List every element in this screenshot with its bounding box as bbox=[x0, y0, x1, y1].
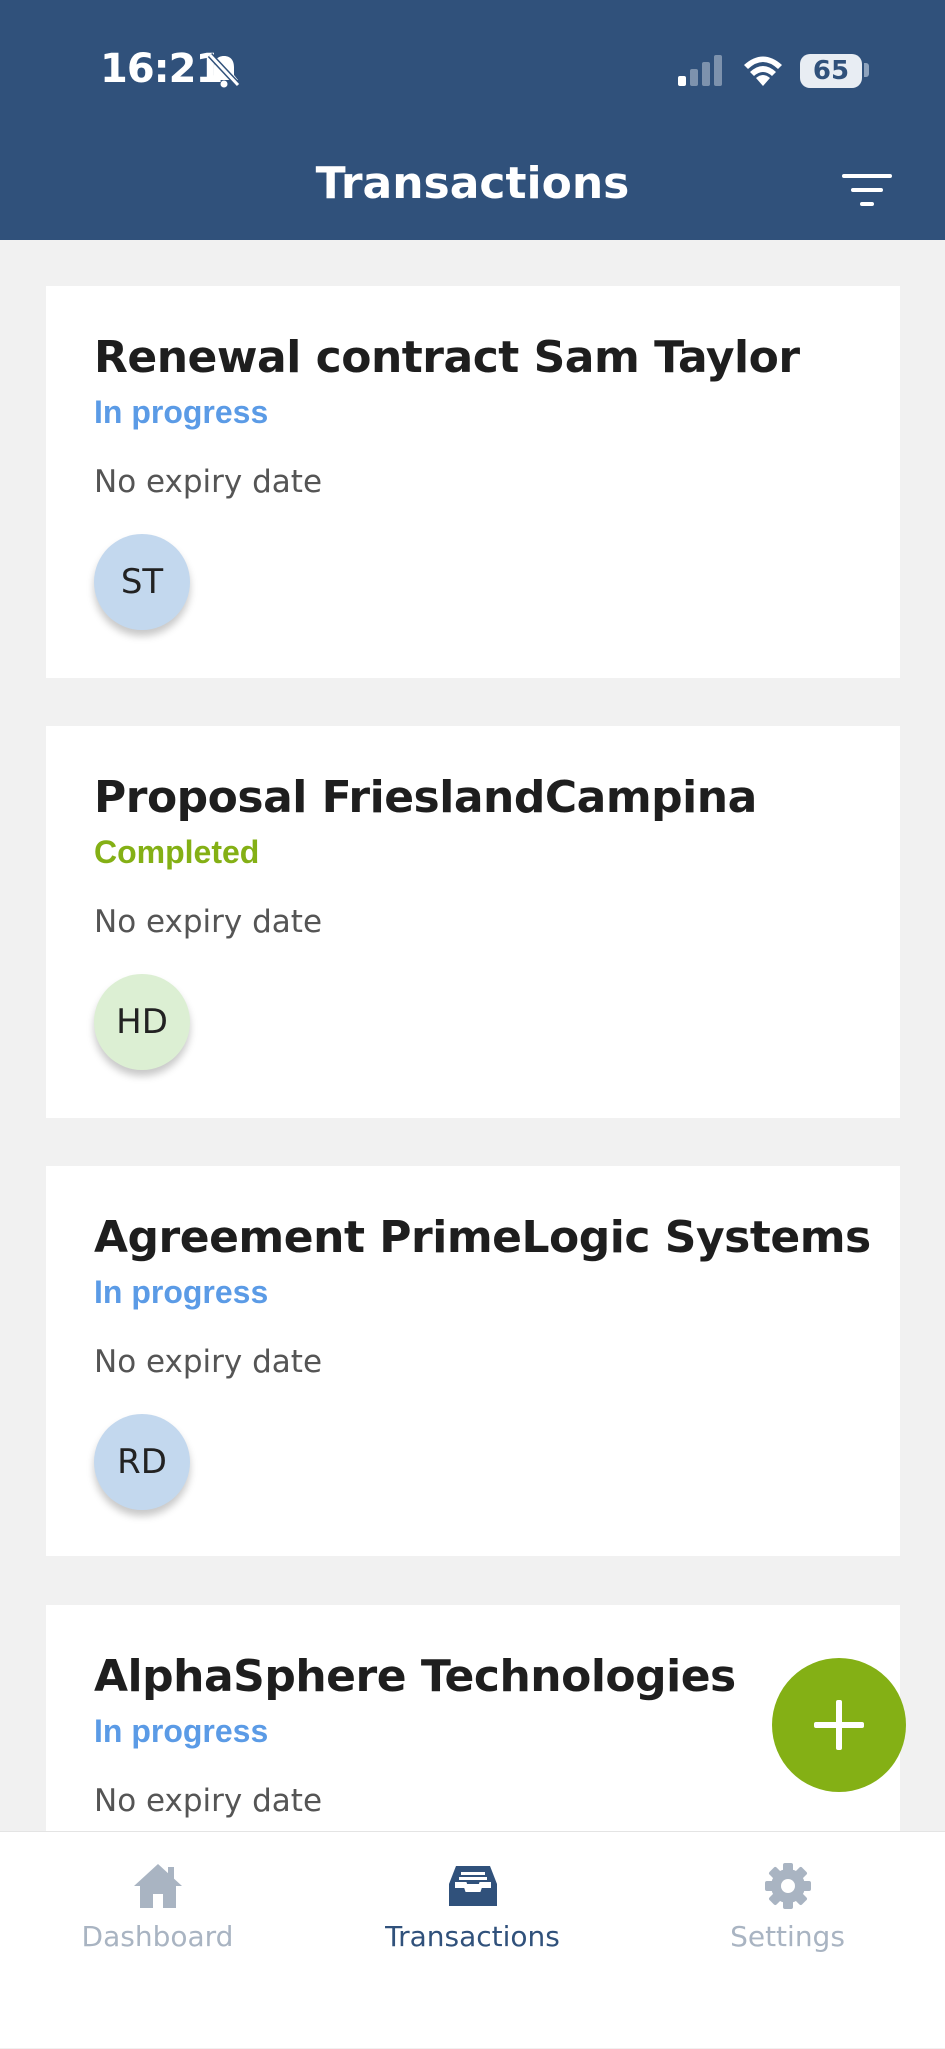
transaction-title: AlphaSphere Technologies bbox=[94, 1651, 736, 1702]
transaction-card[interactable]: Renewal contract Sam Taylor In progress … bbox=[46, 286, 900, 678]
plus-icon bbox=[814, 1700, 864, 1750]
transaction-expiry: No expiry date bbox=[94, 464, 323, 500]
bell-muted-icon bbox=[207, 52, 241, 88]
avatar: ST bbox=[94, 534, 190, 630]
page-title: Transactions bbox=[315, 158, 630, 209]
wifi-icon bbox=[744, 56, 782, 86]
tab-dashboard[interactable]: Dashboard bbox=[0, 1832, 315, 2049]
inbox-icon bbox=[448, 1866, 497, 1906]
tab-label: Transactions bbox=[385, 1920, 560, 1953]
battery-indicator: 65 bbox=[800, 54, 862, 88]
filter-icon[interactable] bbox=[840, 170, 894, 210]
transaction-status: In progress bbox=[94, 1713, 269, 1749]
add-transaction-button[interactable] bbox=[772, 1658, 906, 1792]
home-icon bbox=[133, 1864, 182, 1908]
transaction-status: Completed bbox=[94, 834, 260, 870]
gear-icon bbox=[764, 1863, 811, 1909]
transaction-card[interactable]: Agreement PrimeLogic Systems In progress… bbox=[46, 1166, 900, 1556]
transaction-title: Proposal FrieslandCampina bbox=[94, 772, 757, 823]
tab-label: Dashboard bbox=[81, 1920, 234, 1953]
transaction-status: In progress bbox=[94, 1274, 269, 1310]
transaction-status: In progress bbox=[94, 394, 269, 430]
app-header: 16:21 65 Transactions bbox=[0, 0, 945, 240]
tab-settings[interactable]: Settings bbox=[630, 1832, 945, 2049]
tab-label: Settings bbox=[730, 1920, 845, 1953]
battery-cap bbox=[864, 63, 869, 77]
status-time: 16:21 bbox=[100, 46, 223, 92]
avatar: HD bbox=[94, 974, 190, 1070]
transaction-title: Agreement PrimeLogic Systems bbox=[94, 1212, 871, 1263]
bottom-tab-bar: Dashboard Transactions Settings bbox=[0, 1831, 945, 2048]
tab-transactions[interactable]: Transactions bbox=[315, 1832, 630, 2049]
transaction-expiry: No expiry date bbox=[94, 1783, 323, 1819]
transaction-expiry: No expiry date bbox=[94, 1344, 323, 1380]
transaction-card[interactable]: Proposal FrieslandCampina Completed No e… bbox=[46, 726, 900, 1118]
signal-icon bbox=[678, 55, 722, 86]
transaction-title: Renewal contract Sam Taylor bbox=[94, 332, 800, 383]
avatar: RD bbox=[94, 1414, 190, 1510]
transaction-expiry: No expiry date bbox=[94, 904, 323, 940]
